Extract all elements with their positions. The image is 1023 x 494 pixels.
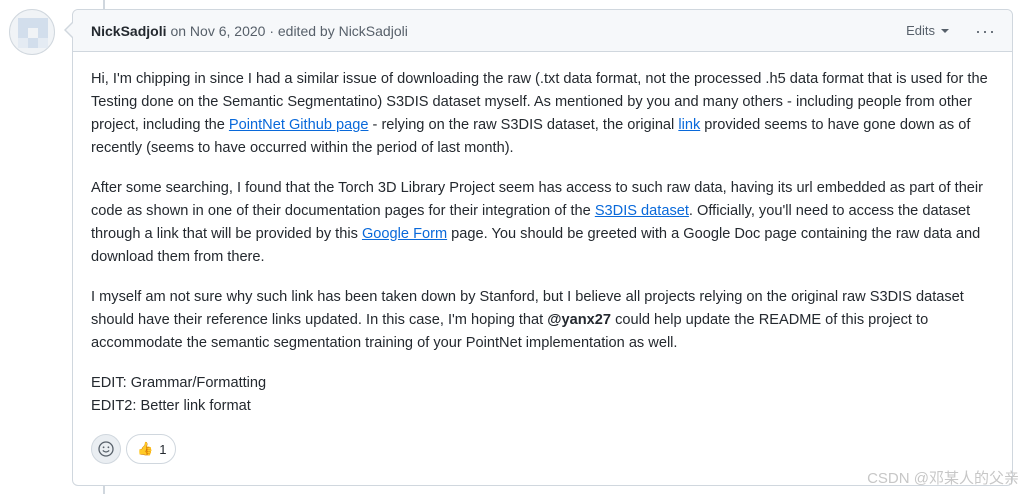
comment-body: Hi, I'm chipping in since I had a simila… xyxy=(73,52,1012,418)
thumbs-up-reaction[interactable]: 👍 1 xyxy=(126,434,177,464)
watermark: CSDN @邓某人的父亲 xyxy=(867,470,1019,487)
edit-note-2: EDIT2: Better link format xyxy=(91,398,251,414)
edit-note-1: EDIT: Grammar/Formatting xyxy=(91,375,267,391)
edits-dropdown[interactable]: Edits xyxy=(906,23,950,38)
author-link[interactable]: NickSadjoli xyxy=(91,23,166,39)
caret-down-icon xyxy=(941,28,950,33)
paragraph-1: Hi, I'm chipping in since I had a simila… xyxy=(91,68,995,160)
smiley-icon xyxy=(98,441,114,457)
add-reaction-button[interactable] xyxy=(91,434,121,464)
avatar[interactable] xyxy=(9,9,55,55)
paragraph-3: I myself am not sure why such link has b… xyxy=(91,286,995,355)
reaction-count: 1 xyxy=(159,441,167,457)
paragraph-2: After some searching, I found that the T… xyxy=(91,177,995,269)
p1-text-2: - relying on the raw S3DIS dataset, the … xyxy=(368,117,679,133)
user-mention[interactable]: @yanx27 xyxy=(547,312,611,328)
thumbs-up-icon: 👍 xyxy=(137,441,154,456)
s3dis-dataset-link[interactable]: S3DIS dataset xyxy=(595,203,689,219)
comment-box: NickSadjoli on Nov 6, 2020 · edited by N… xyxy=(64,9,1013,486)
original-link[interactable]: link xyxy=(678,117,700,133)
edits-label: Edits xyxy=(906,23,936,38)
more-options-icon[interactable]: ··· xyxy=(975,22,996,40)
reactions-bar: 👍 1 xyxy=(91,434,177,464)
comment-header: NickSadjoli on Nov 6, 2020 · edited by N… xyxy=(73,10,1012,52)
comment-meta[interactable]: on Nov 6, 2020 · edited by NickSadjoli xyxy=(170,23,407,39)
pointnet-github-link[interactable]: PointNet Github page xyxy=(229,117,369,133)
google-form-link[interactable]: Google Form xyxy=(362,226,447,242)
